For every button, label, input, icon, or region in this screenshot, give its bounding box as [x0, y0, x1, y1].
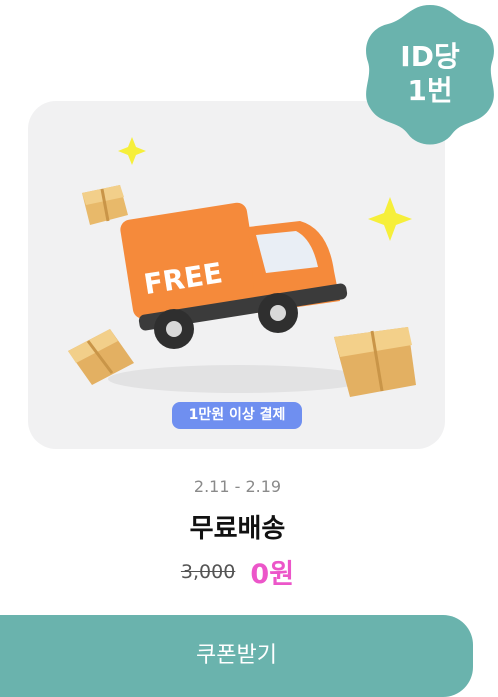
box-icon [82, 185, 128, 225]
sparkle-icon [118, 137, 146, 165]
date-range: 2.11 - 2.19 [193, 477, 282, 496]
condition-pill: 1만원 이상 결제 [172, 402, 302, 429]
original-price: 3,000 [180, 560, 236, 583]
coupon-illustration-card: FREE [28, 101, 445, 449]
per-id-limit-badge: ID당 1번 [360, 0, 498, 150]
badge-line-2: 1번 [407, 74, 453, 107]
get-coupon-button[interactable]: 쿠폰받기 [0, 615, 473, 697]
sparkle-icon [368, 197, 412, 241]
sale-price: 0원 [250, 559, 295, 590]
delivery-truck-illustration: FREE [68, 137, 416, 397]
badge-line-1: ID당 [400, 40, 460, 73]
truck-icon: FREE [120, 202, 348, 349]
price-row: 3,000 0원 [0, 552, 475, 591]
coupon-title: 무료배송 [189, 514, 286, 544]
